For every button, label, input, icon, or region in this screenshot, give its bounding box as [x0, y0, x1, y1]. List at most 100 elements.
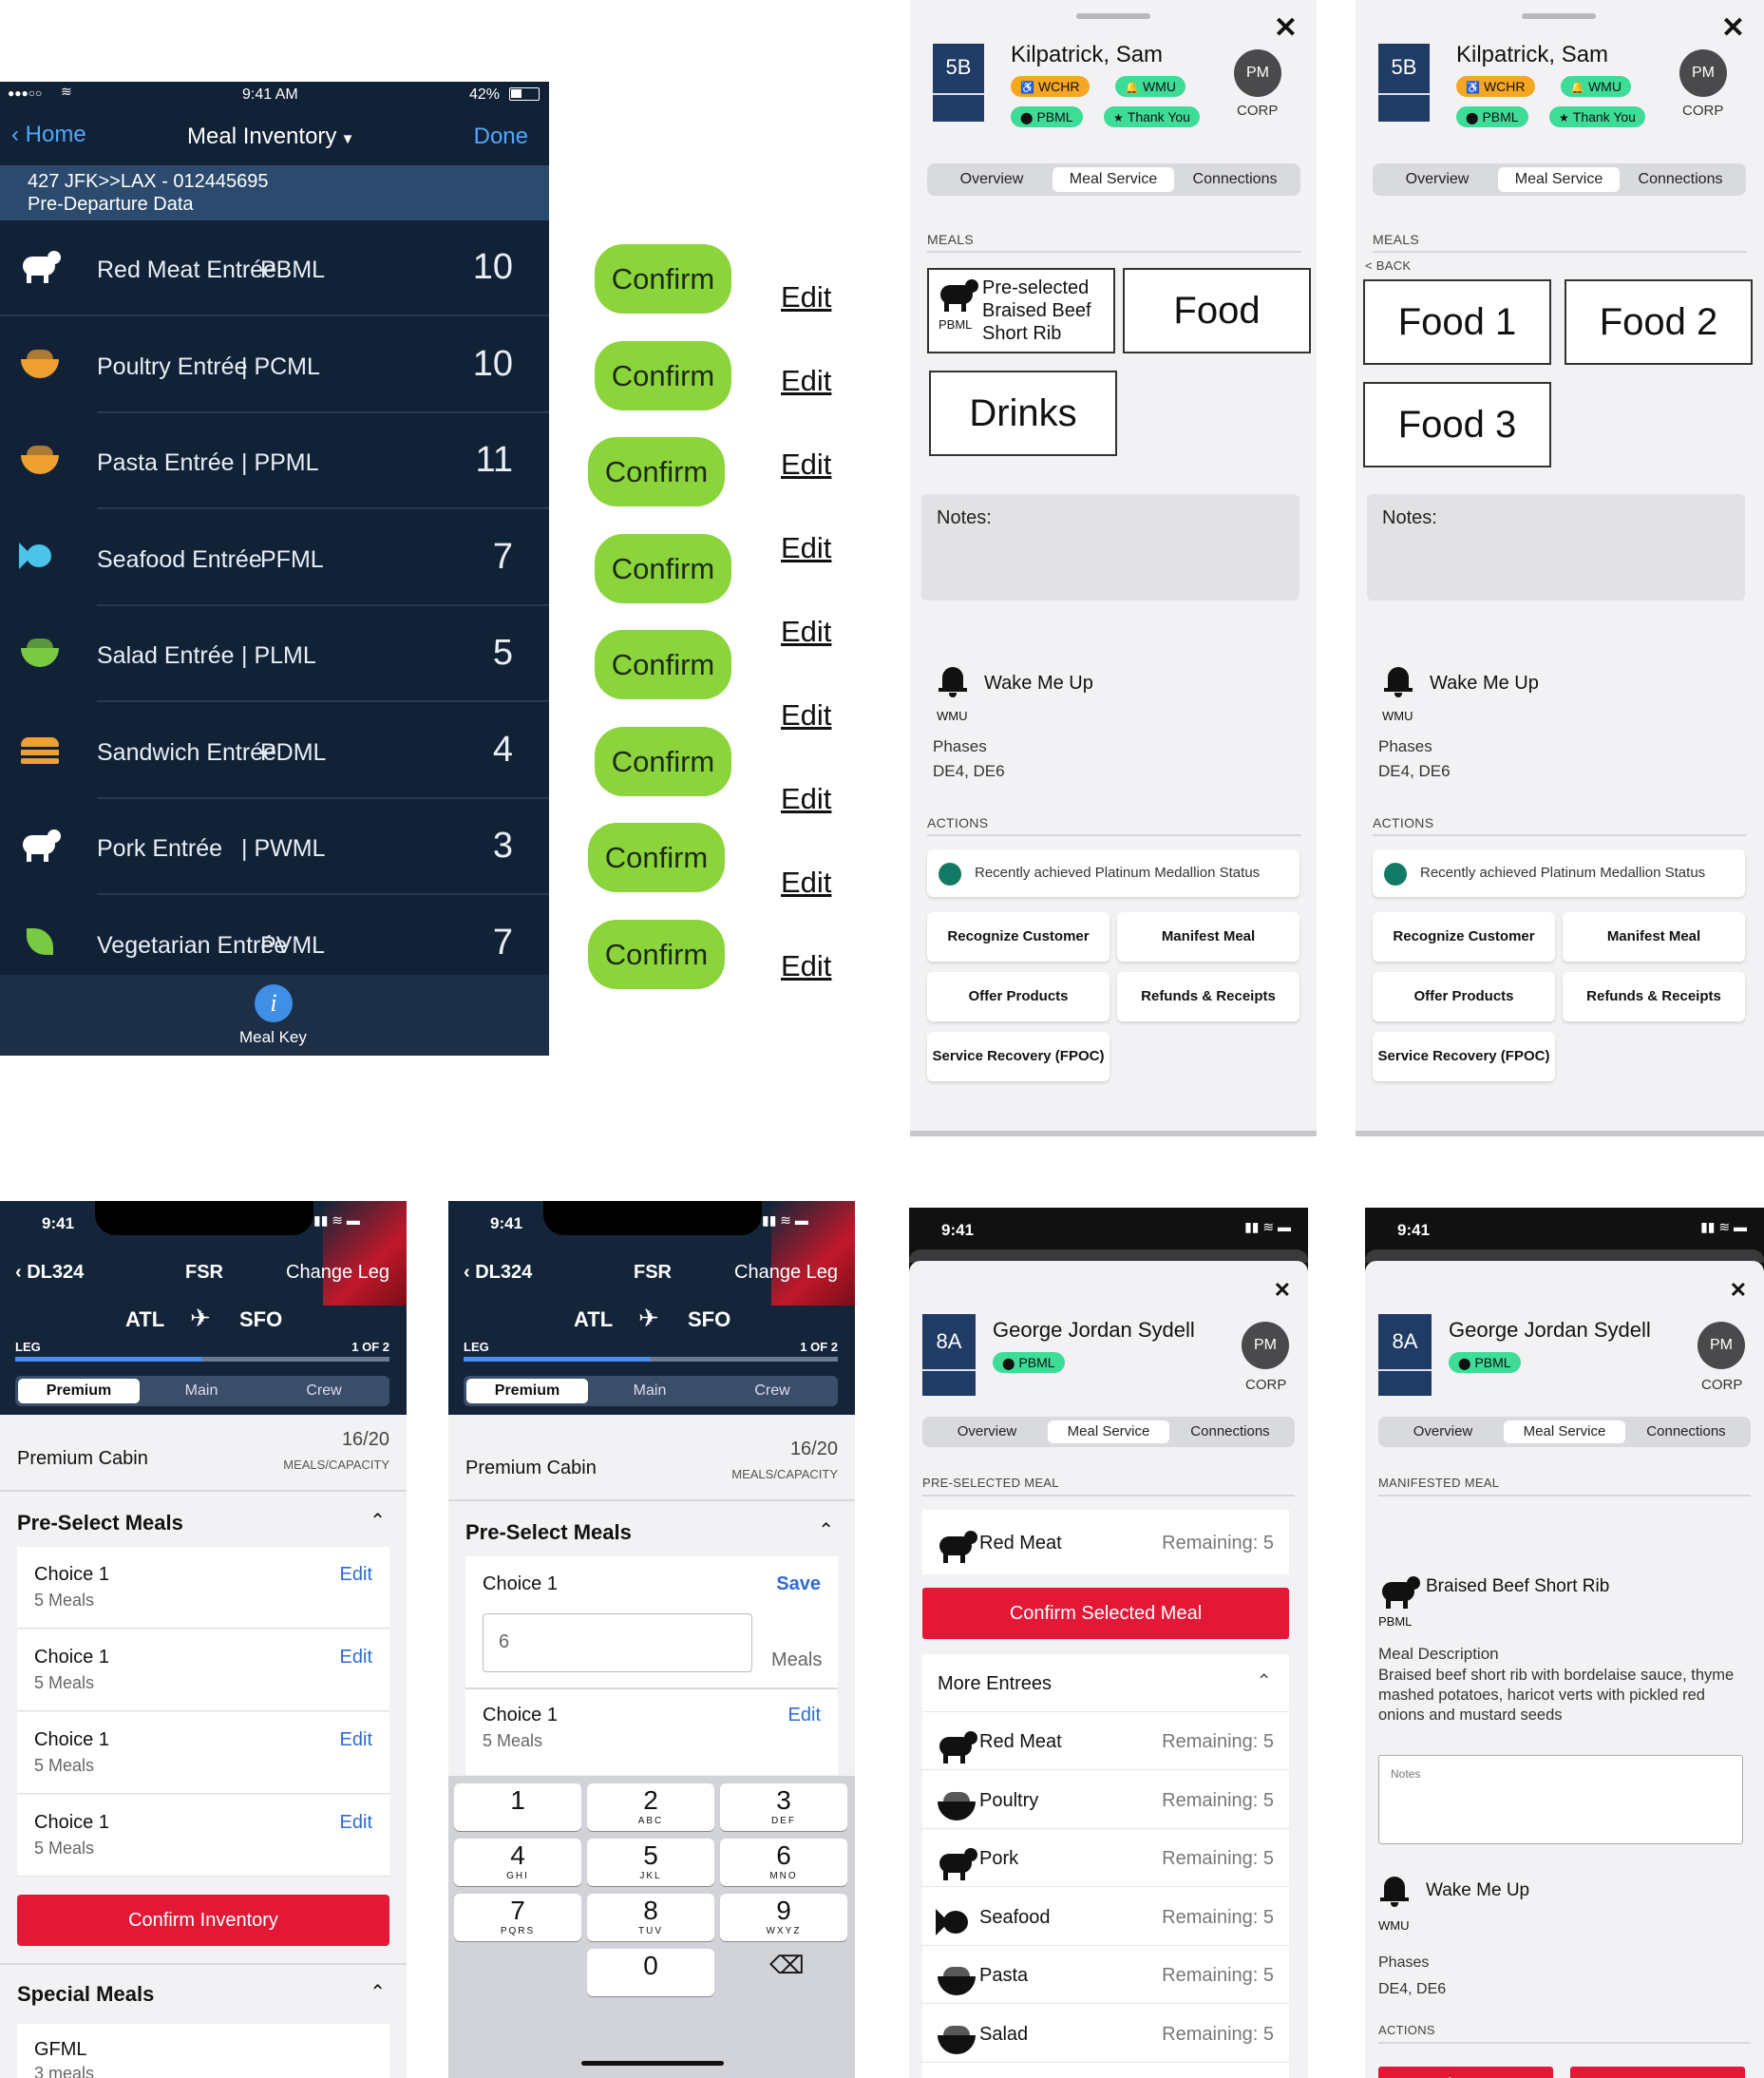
tab-meal-service[interactable]: Meal Service [1053, 167, 1174, 192]
choice-row[interactable]: Choice 1 5 Meals Edit [17, 1712, 389, 1794]
tab-overview[interactable]: Overview [926, 1420, 1048, 1443]
tab-meal-service[interactable]: Meal Service [1504, 1420, 1625, 1443]
chevron-up-icon[interactable]: ⌃ [370, 1980, 386, 2004]
action-button[interactable]: Service Recovery (FPOC) [927, 1032, 1110, 1081]
edit-link[interactable]: Edit [781, 698, 831, 733]
save-button[interactable]: Save [776, 1573, 821, 1595]
key-6[interactable]: 6 MNO [720, 1839, 847, 1886]
medallion-status[interactable]: Recently achieved Platinum Medallion Sta… [1373, 849, 1745, 897]
back-flight-button[interactable]: ‹ DL324 [15, 1262, 84, 1284]
edit-link[interactable]: Edit [781, 866, 831, 900]
tab-connections[interactable]: Connections [1174, 167, 1296, 192]
edit-link[interactable]: Edit [781, 448, 831, 482]
edit-button[interactable]: Edit [340, 1729, 372, 1751]
drag-handle[interactable] [1522, 13, 1596, 19]
back-home-button[interactable]: ‹ Home [11, 122, 86, 148]
change-leg-button[interactable]: Change Leg [286, 1262, 389, 1284]
back-flight-button[interactable]: ‹ DL324 [464, 1262, 532, 1284]
food-item-button[interactable]: Food 1 [1363, 279, 1551, 365]
action-button[interactable]: Refunds & Receipts [1117, 972, 1299, 1021]
tab-meal-service[interactable]: Meal Service [1498, 167, 1620, 192]
key-7[interactable]: 7 PQRS [454, 1894, 581, 1941]
food-item-button[interactable]: Food 3 [1363, 382, 1551, 467]
tab-premium[interactable]: Premium [18, 1379, 140, 1403]
meal-row[interactable]: Salad Entrée | PLML 5 [21, 606, 549, 702]
entree-row[interactable]: Red Meat Remaining: 5 [922, 1712, 1289, 1770]
close-icon[interactable]: ✕ [1274, 11, 1298, 45]
tab-overview[interactable]: Overview [1376, 167, 1498, 192]
tab-premium[interactable]: Premium [466, 1379, 588, 1403]
edit-link[interactable]: Edit [781, 782, 831, 816]
tab-connections[interactable]: Connections [1620, 167, 1741, 192]
confirm-button[interactable]: Confirm [588, 823, 725, 892]
meal-row[interactable]: Pork Entrée | PWML 3 [23, 799, 549, 895]
food-item-button[interactable]: Food 2 [1565, 279, 1753, 365]
tab-crew[interactable]: Crew [711, 1379, 833, 1403]
edit-button[interactable]: Edit [340, 1564, 372, 1586]
action-button[interactable]: Recognize Customer [1373, 912, 1555, 962]
meal-row[interactable]: Pasta Entrée | PPML 11 [21, 413, 549, 509]
meal-row[interactable]: Sandwich Entrée PDML 4 [21, 703, 549, 799]
chevron-up-icon[interactable]: ⌃ [818, 1518, 834, 1542]
edit-link[interactable]: Edit [781, 531, 831, 565]
edit-link[interactable]: Edit [781, 615, 831, 649]
close-icon[interactable]: ✕ [1721, 11, 1745, 45]
key-0[interactable]: 0 [587, 1949, 714, 1996]
entree-row[interactable]: Pasta Remaining: 5 [922, 1946, 1289, 2004]
meal-row[interactable]: Red Meat Entrée PBML 10 [0, 220, 549, 316]
action-button[interactable]: Recognize Customer [927, 912, 1110, 962]
action-button[interactable]: Manifest Meal [1117, 912, 1299, 962]
action-button[interactable]: Offer Products [927, 972, 1110, 1021]
edit-link[interactable]: Edit [781, 364, 831, 398]
preselected-meal-button[interactable]: PBML Pre-selected Braised Beef Short Rib [927, 268, 1115, 353]
choice-row[interactable]: Choice 1 5 Meals Edit [17, 1630, 389, 1711]
page-title[interactable]: Meal Inventory ▼ [187, 124, 354, 150]
key-5[interactable]: 5 JKL [587, 1839, 714, 1886]
preselected-meal-row[interactable]: Red Meat Remaining: 5 [922, 1510, 1289, 1574]
backspace-icon[interactable]: ⌫ [769, 1951, 805, 1980]
choice-row[interactable]: Choice 1 5 Meals Edit [465, 1689, 838, 1775]
choice-row[interactable]: Choice 1 5 Meals Edit [17, 1795, 389, 1877]
entree-row[interactable]: Salad Remaining: 5 [922, 2005, 1289, 2063]
meal-row[interactable]: Poultry Entrée | PCML 10 [21, 317, 549, 413]
key-9[interactable]: 9 WXYZ [720, 1894, 847, 1941]
meal-key-bar[interactable]: i Meal Key [0, 975, 549, 1056]
medallion-status[interactable]: Recently achieved Platinum Medallion Sta… [927, 849, 1299, 897]
key-2[interactable]: 2 ABC [587, 1783, 714, 1831]
confirm-button[interactable]: Confirm [595, 533, 731, 603]
confirm-inventory-button[interactable]: Confirm Inventory [17, 1895, 389, 1946]
confirm-button[interactable]: Confirm [595, 340, 731, 410]
entree-row[interactable]: Seafood Remaining: 5 [922, 1888, 1289, 1946]
choice-row[interactable]: Choice 1 5 Meals Edit [17, 1547, 389, 1629]
confirm-button[interactable]: Confirm [588, 919, 725, 989]
meals-input[interactable]: 6 [483, 1613, 752, 1672]
drinks-button[interactable]: Drinks [929, 371, 1117, 456]
key-3[interactable]: 3 DEF [720, 1783, 847, 1831]
tab-meal-service[interactable]: Meal Service [1048, 1420, 1169, 1443]
recognize-customer-button[interactable]: Recognize Customer [1378, 2067, 1553, 2078]
edit-button[interactable]: Edit [340, 1812, 372, 1834]
key-8[interactable]: 8 TUV [587, 1894, 714, 1941]
edit-button[interactable]: Edit [788, 1705, 821, 1726]
action-button[interactable]: Refunds & Receipts [1563, 972, 1745, 1021]
food-button[interactable]: Food [1123, 268, 1311, 353]
done-button[interactable]: Done [474, 124, 528, 150]
close-icon[interactable]: ✕ [1274, 1278, 1291, 1303]
action-button[interactable]: Manifest Meal [1563, 912, 1745, 962]
entree-row[interactable]: Poultry Remaining: 5 [922, 1771, 1289, 1829]
action-button[interactable]: Offer Products [1373, 972, 1555, 1021]
key-1[interactable]: 1 [454, 1783, 581, 1831]
edit-link[interactable]: Edit [781, 280, 831, 315]
edit-link[interactable]: Edit [781, 949, 831, 983]
confirm-selected-meal-button[interactable]: Confirm Selected Meal [922, 1588, 1289, 1639]
key-4[interactable]: 4 GHI [454, 1839, 581, 1886]
entree-row[interactable]: Pork Remaining: 5 [922, 1829, 1289, 1887]
tab-overview[interactable]: Overview [931, 167, 1053, 192]
confirm-button[interactable]: Confirm [595, 630, 731, 699]
change-leg-button[interactable]: Change Leg [734, 1262, 838, 1284]
close-icon[interactable]: ✕ [1730, 1278, 1747, 1303]
meal-row[interactable]: Seafood Entrée PFML 7 [19, 510, 549, 606]
back-link[interactable]: < BACK [1365, 258, 1411, 273]
tab-main[interactable]: Main [141, 1379, 262, 1403]
chevron-up-icon[interactable]: ⌃ [1256, 1669, 1272, 1693]
